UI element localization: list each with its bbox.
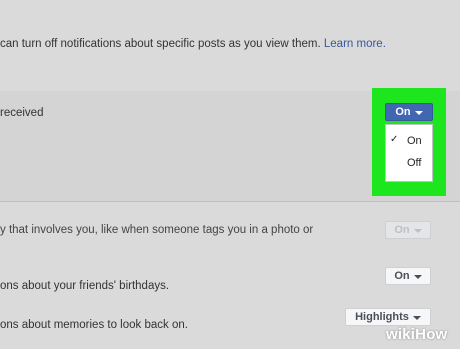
notification-settings-page: can turn off notifications about specifi…	[0, 0, 460, 349]
row-birthdays-label: ons about your friends' birthdays.	[0, 280, 170, 292]
tags-dropdown-button: On	[385, 221, 431, 239]
checkmark-icon: ✓	[390, 134, 399, 145]
row-tags-label: y that involves you, like when someone t…	[0, 224, 314, 236]
chevron-down-icon	[414, 110, 423, 115]
dropdown-menu: ✓ On Off	[385, 124, 433, 182]
dropdown-label: On	[394, 270, 410, 282]
menu-item-off[interactable]: Off	[386, 153, 432, 173]
dropdown-label: On	[395, 106, 411, 118]
menu-item-on[interactable]: ✓ On	[386, 131, 432, 151]
hint-text: can turn off notifications about specifi…	[0, 38, 321, 50]
learn-more-link[interactable]: Learn more.	[324, 38, 386, 50]
birthdays-dropdown-button[interactable]: On	[385, 267, 431, 285]
row-memories-label: ons about memories to look back on.	[0, 319, 188, 331]
menu-item-label: On	[407, 135, 422, 147]
chevron-down-icon	[413, 228, 422, 233]
dropdown-label: On	[394, 224, 410, 236]
divider	[0, 201, 460, 202]
chevron-down-icon	[412, 315, 421, 320]
row-received-label: received	[0, 107, 44, 119]
notifications-hint: can turn off notifications about specifi…	[0, 38, 386, 50]
wikihow-watermark: wikiHow	[386, 326, 448, 343]
memories-dropdown-button[interactable]: Highlights	[345, 308, 431, 326]
on-dropdown-button[interactable]: On	[385, 103, 433, 121]
menu-item-label: Off	[407, 157, 422, 169]
chevron-down-icon	[413, 274, 422, 279]
dropdown-label: Highlights	[355, 311, 409, 323]
